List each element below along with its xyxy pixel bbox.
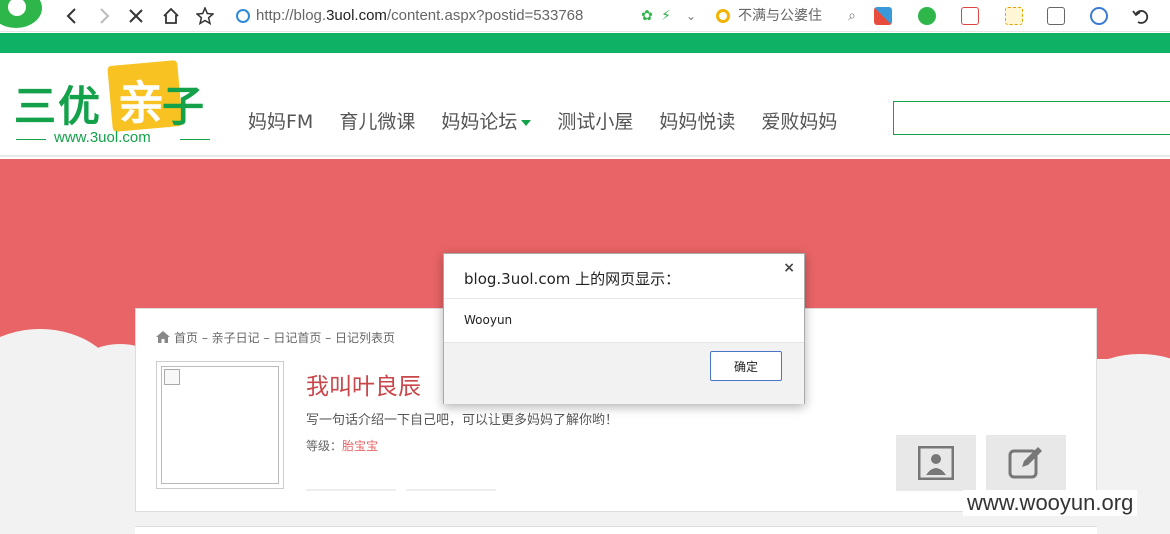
nav-item-fm[interactable]: 妈妈FM	[248, 107, 313, 134]
home-icon[interactable]	[160, 5, 182, 27]
dialog-title: blog.3uol.com 上的网页显示：	[464, 270, 681, 288]
search-engine-icon	[716, 9, 730, 23]
portrait-icon	[918, 446, 954, 480]
watermark: www.wooyun.org	[963, 490, 1138, 516]
nav-item-weike[interactable]: 育儿微课	[339, 107, 415, 134]
game-icon[interactable]	[1047, 7, 1065, 25]
breadcrumb-diary-list[interactable]: 日记列表页	[335, 331, 395, 345]
user-intro: 写一句话介绍一下自己吧，可以让更多妈妈了解你哟！	[306, 413, 619, 428]
browser-search-bar[interactable]: 不满与公婆住 ⌕	[712, 4, 858, 28]
close-icon[interactable]: ×	[783, 260, 795, 276]
dialog-footer: 确定	[444, 342, 804, 404]
breadcrumb-home[interactable]: 首页	[174, 331, 198, 345]
avatar[interactable]	[156, 361, 284, 489]
avatar-image	[161, 366, 279, 484]
user-level: 等级：胎宝宝	[306, 439, 379, 453]
logo-divider-left	[16, 139, 46, 140]
stop-icon[interactable]	[125, 5, 147, 27]
url-path: /content.aspx?postid=533768	[386, 7, 584, 24]
undo-icon[interactable]	[1130, 5, 1152, 27]
tab-stub	[406, 489, 496, 491]
nav-item-forum[interactable]: 妈妈论坛	[441, 107, 532, 134]
page-globe-icon	[236, 9, 250, 23]
home-small-icon	[156, 331, 170, 343]
logo-divider-right	[180, 139, 210, 140]
username[interactable]: 我叫叶良辰	[306, 367, 421, 401]
breadcrumb-diary-home[interactable]: 日记首页	[273, 331, 321, 345]
browser-search-text: 不满与公婆住	[738, 8, 822, 24]
apps-icon[interactable]	[874, 7, 892, 25]
broken-image-icon	[164, 369, 180, 385]
nav-item-shop[interactable]: 爱败妈妈	[761, 107, 837, 134]
site-header: 三优子 亲 www.3uol.com 妈妈FM 育儿微课 妈妈论坛 测试小屋 妈…	[0, 53, 1170, 157]
ok-button[interactable]: 确定	[710, 351, 782, 381]
browser-toolbar: http://blog.3uol.com/content.aspx?postid…	[0, 0, 1170, 32]
back-icon[interactable]	[61, 5, 83, 27]
site-search-input[interactable]	[893, 101, 1170, 135]
lower-section	[135, 526, 1097, 534]
search-icon[interactable]: ⌕	[848, 4, 856, 28]
site-logo[interactable]: 三优子 亲 www.3uol.com	[14, 60, 214, 153]
edit-profile-button[interactable]	[986, 435, 1066, 491]
level-value[interactable]: 胎宝宝	[342, 439, 378, 453]
url-prefix: http://blog.	[256, 7, 327, 24]
address-bar[interactable]: http://blog.3uol.com/content.aspx?postid…	[232, 4, 702, 28]
caret-down-icon	[521, 119, 532, 126]
breadcrumb: 首页 – 亲子日记 – 日记首页 – 日记列表页	[156, 329, 395, 346]
inspect-icon[interactable]	[1090, 7, 1108, 25]
top-green-bar	[0, 33, 1170, 53]
forward-icon[interactable]	[93, 5, 115, 27]
bookmark-star-icon[interactable]	[194, 5, 216, 27]
dialog-message: Wooyun	[444, 298, 804, 342]
nav-item-read[interactable]: 妈妈悦读	[659, 107, 735, 134]
breadcrumb-diary[interactable]: 亲子日记	[212, 331, 260, 345]
translate-icon[interactable]	[961, 7, 979, 25]
screenshot-icon[interactable]	[1005, 7, 1023, 25]
nav-item-test[interactable]: 测试小屋	[557, 107, 633, 134]
alert-dialog: blog.3uol.com 上的网页显示： × Wooyun 确定	[443, 253, 805, 404]
logo-highlight: 亲	[118, 76, 164, 130]
url-domain: 3uol.com	[326, 7, 387, 24]
edit-icon	[1008, 447, 1042, 479]
tab-stub	[306, 489, 396, 491]
logo-text: 三优子	[14, 82, 207, 131]
browser-logo-icon	[0, 0, 42, 28]
lightning-icon[interactable]: ⚡	[655, 5, 677, 27]
security-shield-icon[interactable]	[918, 7, 936, 25]
logo-url: www.3uol.com	[54, 129, 151, 146]
main-nav: 妈妈FM 育儿微课 妈妈论坛 测试小屋 妈妈悦读 爱败妈妈	[248, 107, 837, 134]
dropdown-chevron-icon[interactable]: ⌄	[680, 5, 702, 27]
profile-photo-button[interactable]	[896, 435, 976, 491]
